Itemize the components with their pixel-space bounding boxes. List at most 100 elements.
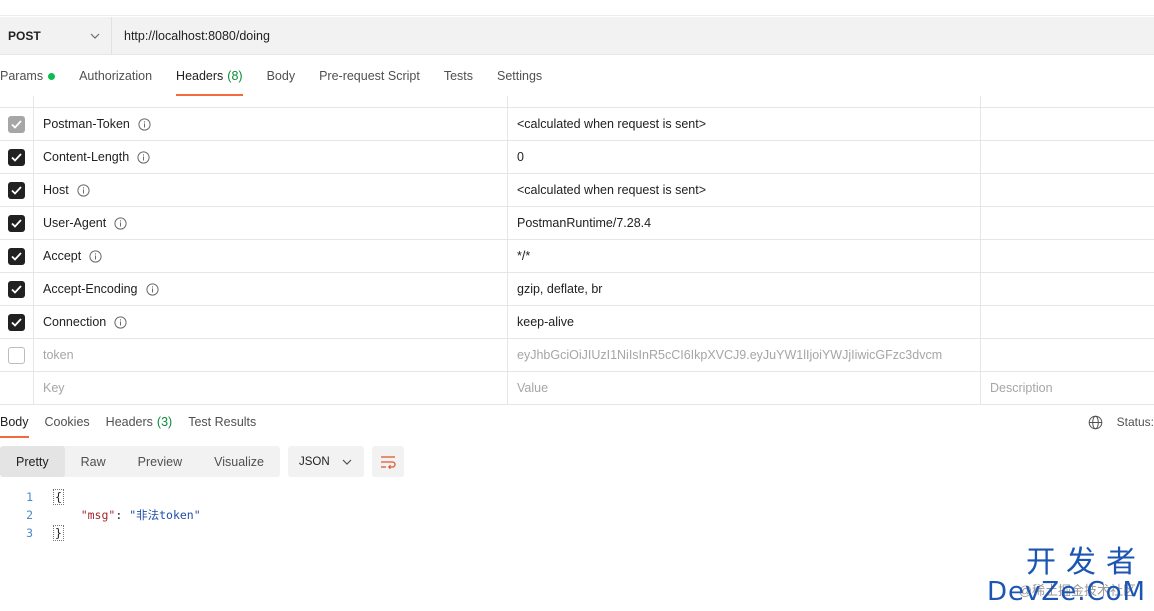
header-value-cell[interactable]: 0 [508, 141, 981, 173]
header-description-cell[interactable] [981, 141, 1154, 173]
header-value-cell[interactable]: eyJhbGciOiJIUzI1NiIsInR5cCI6IkpXVCJ9.eyJ… [508, 339, 981, 371]
watermark-top: 开发者 [1026, 545, 1146, 580]
tab-response-body-label: Body [0, 415, 29, 429]
tab-test-results[interactable]: Test Results [188, 406, 256, 438]
new-value-input[interactable]: Value [508, 372, 981, 404]
table-cell-checkbox [0, 141, 34, 173]
tab-headers[interactable]: Headers (8) [176, 56, 243, 96]
tab-test-results-label: Test Results [188, 415, 257, 429]
params-indicator-dot [48, 72, 56, 80]
globe-icon[interactable] [1088, 415, 1103, 430]
header-checkbox[interactable] [8, 313, 25, 331]
chevron-down-icon [89, 30, 101, 42]
request-tabs: Params Authorization Headers (8) Body Pr… [0, 56, 1154, 96]
header-value: <calculated when request is sent> [517, 117, 707, 131]
view-preview-button[interactable]: Preview [122, 446, 198, 477]
view-pretty-button[interactable]: Pretty [0, 446, 65, 477]
header-checkbox[interactable] [8, 214, 25, 232]
header-description-cell[interactable] [981, 108, 1154, 140]
header-value-cell[interactable]: gzip, deflate, br [508, 273, 981, 305]
header-key-cell[interactable]: Connection [34, 306, 508, 338]
header-key: token [43, 348, 74, 362]
json-key: "msg" [80, 508, 116, 522]
line-number: 2 [26, 508, 33, 522]
top-strip [0, 0, 1154, 16]
tab-params[interactable]: Params [0, 56, 56, 96]
header-checkbox[interactable] [8, 148, 25, 166]
header-value-cell[interactable]: PostmanRuntime/7.28.4 [508, 207, 981, 239]
header-key-cell[interactable]: Accept [34, 240, 508, 272]
info-icon[interactable] [77, 183, 90, 197]
response-toolbar: Pretty Raw Preview Visualize JSON [0, 446, 404, 477]
header-key-cell[interactable]: Accept-Encoding [34, 273, 508, 305]
watermark: 开发者 DevZe.CoM [987, 545, 1146, 607]
info-icon[interactable] [137, 150, 150, 164]
header-checkbox[interactable] [8, 115, 25, 133]
header-key-cell[interactable]: Content-Length [34, 141, 508, 173]
request-url-bar: POST http://localhost:8080/doing [0, 16, 1154, 55]
header-description-cell[interactable] [981, 240, 1154, 272]
tab-authorization[interactable]: Authorization [79, 56, 152, 96]
header-value-cell[interactable]: <calculated when request is sent> [508, 174, 981, 206]
tab-tests[interactable]: Tests [444, 56, 473, 96]
tab-response-body[interactable]: Body [0, 406, 29, 438]
info-icon[interactable] [138, 117, 151, 131]
table-row: Accept-Encoding gzip, deflate, br [0, 273, 1154, 306]
header-key-cell[interactable]: User-Agent [34, 207, 508, 239]
header-description-cell[interactable] [981, 339, 1154, 371]
new-description-input[interactable]: Description [981, 372, 1154, 404]
table-row: Host <calculated when request is sent> [0, 174, 1154, 207]
info-icon[interactable] [114, 315, 127, 329]
header-description-cell[interactable] [981, 306, 1154, 338]
header-value-cell[interactable]: */* [508, 240, 981, 272]
header-description-cell[interactable] [981, 207, 1154, 239]
table-cell-checkbox [0, 108, 34, 140]
view-visualize-button[interactable]: Visualize [198, 446, 280, 477]
info-icon[interactable] [89, 249, 102, 263]
header-key-cell[interactable]: Host [34, 174, 508, 206]
table-cell-checkbox [0, 273, 34, 305]
chevron-down-icon [342, 459, 352, 465]
tab-body[interactable]: Body [267, 56, 296, 96]
info-icon[interactable] [114, 216, 127, 230]
header-description-cell[interactable] [981, 174, 1154, 206]
header-key: User-Agent [43, 216, 107, 230]
table-cell-checkbox [0, 207, 34, 239]
header-value-cell[interactable]: keep-alive [508, 306, 981, 338]
json-value: "非法token" [129, 508, 201, 522]
response-body-code[interactable]: 1 { 2 "msg": "非法token" 3 } [0, 488, 201, 542]
watermark-bottom: DevZe.CoM [987, 577, 1146, 607]
tab-response-headers[interactable]: Headers (3) [106, 406, 173, 438]
header-key-cell[interactable]: Postman-Token [34, 108, 508, 140]
table-cell-checkbox [0, 372, 34, 404]
header-checkbox[interactable] [8, 181, 25, 199]
header-checkbox[interactable] [8, 247, 25, 265]
wrap-lines-icon[interactable] [371, 446, 404, 477]
header-checkbox[interactable] [8, 346, 25, 364]
method-select[interactable]: POST [0, 16, 112, 55]
header-value: */* [517, 249, 531, 263]
header-description-cell[interactable] [981, 273, 1154, 305]
info-icon[interactable] [145, 282, 159, 296]
new-key-input[interactable]: Key [34, 372, 508, 404]
header-value-cell[interactable]: <calculated when request is sent> [508, 108, 981, 140]
header-value: eyJhbGciOiJIUzI1NiIsInR5cCI6IkpXVCJ9.eyJ… [517, 348, 943, 362]
tab-cookies-label: Cookies [44, 415, 90, 429]
response-tabs: Body Cookies Headers (3) Test Results St… [0, 406, 1154, 438]
view-raw-button[interactable]: Raw [65, 446, 122, 477]
format-select[interactable]: JSON [287, 446, 364, 477]
table-row-new: Key Value Description [0, 372, 1154, 405]
url-input[interactable]: http://localhost:8080/doing [112, 29, 270, 43]
header-key: Postman-Token [43, 117, 130, 131]
table-cell-spacer [981, 96, 1154, 107]
header-key-cell[interactable]: token [34, 339, 508, 371]
tab-cookies[interactable]: Cookies [45, 406, 90, 438]
header-value: gzip, deflate, br [517, 282, 603, 296]
tab-authorization-label: Authorization [79, 69, 153, 83]
header-checkbox[interactable] [8, 280, 25, 298]
tab-pre-request-script[interactable]: Pre-request Script [319, 56, 420, 96]
header-value: PostmanRuntime/7.28.4 [517, 216, 652, 230]
tab-settings[interactable]: Settings [497, 56, 542, 96]
header-key: Accept-Encoding [43, 282, 138, 296]
table-cell-checkbox [0, 240, 34, 272]
